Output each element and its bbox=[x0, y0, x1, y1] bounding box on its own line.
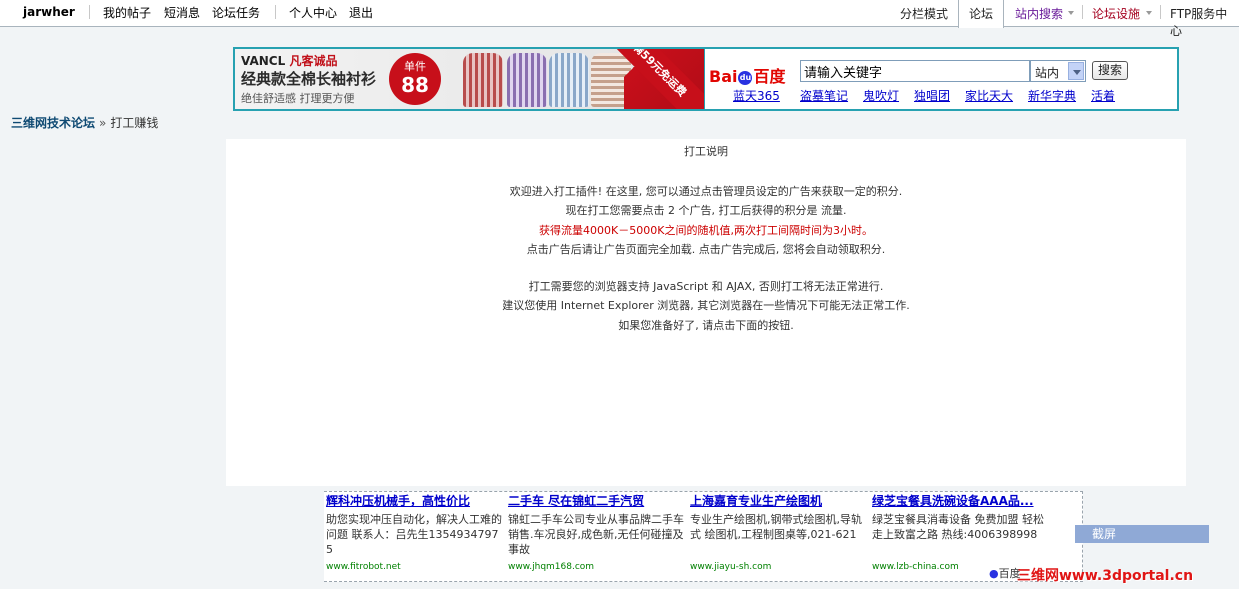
ad-url[interactable]: www.fitrobot.net bbox=[326, 562, 504, 572]
page-title: 打工说明 bbox=[684, 145, 728, 158]
badge-label: 单件 bbox=[404, 60, 426, 73]
ad-description: 绿芝宝餐具消毒设备 免费加盟 轻松走上致富之路 热线:4006398998 bbox=[872, 513, 1044, 541]
divider bbox=[89, 5, 90, 19]
instruction-line: 如果您准备好了, 请点击下面的按钮. bbox=[618, 318, 794, 332]
forum-tools-menu[interactable]: 论坛设施 bbox=[1092, 5, 1140, 22]
logo-cn: 百度 bbox=[753, 67, 786, 86]
header-ad-box: VANCL 凡客诚品 经典款全棉长袖衬衫 绝佳舒适感 打理更方便 单件 88 满… bbox=[233, 47, 1179, 111]
brand-en: VANCL bbox=[241, 54, 286, 68]
breadcrumb-arrow: » bbox=[99, 116, 107, 130]
user-center-link[interactable]: 个人中心 bbox=[289, 4, 337, 21]
hot-link[interactable]: 独唱团 bbox=[914, 87, 950, 104]
divider bbox=[1160, 5, 1161, 19]
messages-link[interactable]: 短消息 bbox=[164, 4, 200, 21]
ad-description: 助您实现冲压自动化，解决人工难的问题 联系人：吕先生13549347975 bbox=[326, 513, 502, 556]
my-posts-link[interactable]: 我的帖子 bbox=[103, 4, 151, 21]
ad-headline: 经典款全棉长袖衬衫 bbox=[241, 70, 377, 88]
brand-cn: 凡客诚品 bbox=[289, 54, 338, 68]
forum-tasks-link[interactable]: 论坛任务 bbox=[212, 4, 260, 21]
ad-title-link[interactable]: 二手车 尽在锦虹二手汽贸 bbox=[508, 492, 686, 509]
hot-link[interactable]: 家比天大 bbox=[965, 87, 1013, 104]
ad-title-link[interactable]: 辉科冲压机械手，高性价比 bbox=[326, 492, 504, 509]
hot-link[interactable]: 活着 bbox=[1091, 87, 1115, 104]
screenshot-button[interactable]: 截屏 bbox=[1075, 525, 1209, 543]
ad-title-link[interactable]: 上海嘉育专业生产绘图机 bbox=[690, 492, 868, 509]
price-badge: 单件 88 bbox=[389, 53, 441, 105]
hot-link[interactable]: 新华字典 bbox=[1028, 87, 1076, 104]
hot-link[interactable]: 盗墓笔记 bbox=[800, 87, 848, 104]
text-ad[interactable]: 绿芝宝餐具洗碗设备AAA品... 绿芝宝餐具消毒设备 免费加盟 轻松走上致富之路… bbox=[872, 492, 1050, 572]
instruction-line: 欢迎进入打工插件! 在这里, 您可以通过点击管理员设定的广告来获取一定的积分. bbox=[509, 185, 903, 198]
site-search-menu[interactable]: 站内搜索 bbox=[1015, 5, 1063, 22]
divider bbox=[1082, 5, 1083, 19]
top-nav-bar: jarwher 我的帖子 短消息 论坛任务 个人中心 退出 分栏模式 论坛 站内… bbox=[0, 0, 1239, 38]
ad-description: 专业生产绘图机,钢带式绘图机,导轨式 绘图机,工程制图桌等,021-621 bbox=[690, 513, 862, 541]
shirt-image bbox=[549, 53, 589, 107]
baidu-search-box: Baidu百度 站内 搜索 蓝天365 盗墓笔记 鬼吹灯 独唱团 家比天大 新华… bbox=[707, 49, 1177, 109]
ad-description: 锦虹二手车公司专业从事品牌二手车销售.车况良好,成色新,无任何碰撞及事故 bbox=[508, 513, 684, 556]
chevron-down-icon bbox=[1146, 11, 1152, 15]
baidu-search-input[interactable] bbox=[800, 60, 1030, 82]
vancl-brand: VANCL 凡客诚品 bbox=[241, 52, 337, 69]
badge-price: 88 bbox=[401, 73, 429, 97]
text-ad[interactable]: 二手车 尽在锦虹二手汽贸 锦虹二手车公司专业从事品牌二手车销售.车况良好,成色新… bbox=[508, 492, 686, 572]
instruction-line: 建议您使用 Internet Explorer 浏览器, 其它浏览器在一些情况下… bbox=[502, 299, 910, 313]
paw-icon: ● bbox=[989, 567, 999, 580]
text-ad-block: 辉科冲压机械手，高性价比 助您实现冲压自动化，解决人工难的问题 联系人：吕先生1… bbox=[324, 491, 1083, 582]
breadcrumb-home-link[interactable]: 三维网技术论坛 bbox=[11, 116, 95, 130]
baidu-logo: Bai du 百度 bbox=[709, 63, 786, 87]
vancl-banner-ad[interactable]: VANCL 凡客诚品 经典款全棉长袖衬衫 绝佳舒适感 打理更方便 单件 88 满… bbox=[235, 49, 705, 109]
scope-value: 站内 bbox=[1035, 66, 1060, 80]
text-ad[interactable]: 上海嘉育专业生产绘图机 专业生产绘图机,钢带式绘图机,导轨式 绘图机,工程制图桌… bbox=[690, 492, 868, 572]
shirt-image bbox=[507, 53, 547, 107]
paw-icon: du bbox=[738, 70, 753, 85]
logout-link[interactable]: 退出 bbox=[349, 4, 373, 21]
hot-link[interactable]: 蓝天365 bbox=[733, 87, 780, 104]
instruction-line: 现在打工您需要点击 2 个广告, 打工后获得的积分是 流量. bbox=[565, 204, 847, 218]
baidu-ad-tag[interactable]: ●百度 bbox=[989, 565, 1021, 581]
divider bbox=[275, 5, 276, 19]
logo-bai: Bai bbox=[709, 67, 738, 86]
chevron-down-icon bbox=[1068, 11, 1074, 15]
instructions-text: 欢迎进入打工插件! 在这里, 您可以通过点击管理员设定的广告来获取一定的积分. … bbox=[226, 182, 1186, 335]
ftp-center-link[interactable]: FTP服务中心 bbox=[1170, 5, 1239, 39]
dropdown-arrow-icon[interactable] bbox=[1068, 62, 1084, 80]
username[interactable]: jarwher bbox=[23, 5, 75, 19]
reward-notice: 获得流量4000K－5000K之间的随机值,两次打工间隔时间为3小时。 bbox=[539, 223, 873, 237]
ad-url[interactable]: www.jhqm168.com bbox=[508, 562, 686, 572]
ad-url[interactable]: www.jiayu-sh.com bbox=[690, 562, 868, 572]
hot-link[interactable]: 鬼吹灯 bbox=[863, 87, 899, 104]
ad-title-link[interactable]: 绿芝宝餐具洗碗设备AAA品... bbox=[872, 492, 1050, 509]
tab-forum[interactable]: 论坛 bbox=[958, 0, 1005, 28]
shirt-image bbox=[463, 53, 503, 107]
breadcrumb: 三维网技术论坛 » 打工赚钱 bbox=[11, 114, 158, 131]
breadcrumb-current: 打工赚钱 bbox=[110, 116, 159, 130]
work-instructions-panel: 打工说明 欢迎进入打工插件! 在这里, 您可以通过点击管理员设定的广告来获取一定… bbox=[226, 139, 1186, 486]
search-scope-select[interactable]: 站内 bbox=[1030, 60, 1086, 82]
split-mode-link[interactable]: 分栏模式 bbox=[900, 5, 948, 22]
text-ad[interactable]: 辉科冲压机械手，高性价比 助您实现冲压自动化，解决人工难的问题 联系人：吕先生1… bbox=[326, 492, 504, 572]
instruction-line: 打工需要您的浏览器支持 JavaScript 和 AJAX, 否则打工将无法正常… bbox=[528, 280, 884, 294]
instruction-line: 点击广告后请让广告页面完全加载. 点击广告完成后, 您将会自动领取积分. bbox=[526, 242, 886, 256]
ad-tagline: 绝佳舒适感 打理更方便 bbox=[241, 92, 355, 105]
site-watermark: 三维网www.3dportal.cn bbox=[1017, 568, 1194, 584]
baidu-search-button[interactable]: 搜索 bbox=[1092, 61, 1128, 80]
